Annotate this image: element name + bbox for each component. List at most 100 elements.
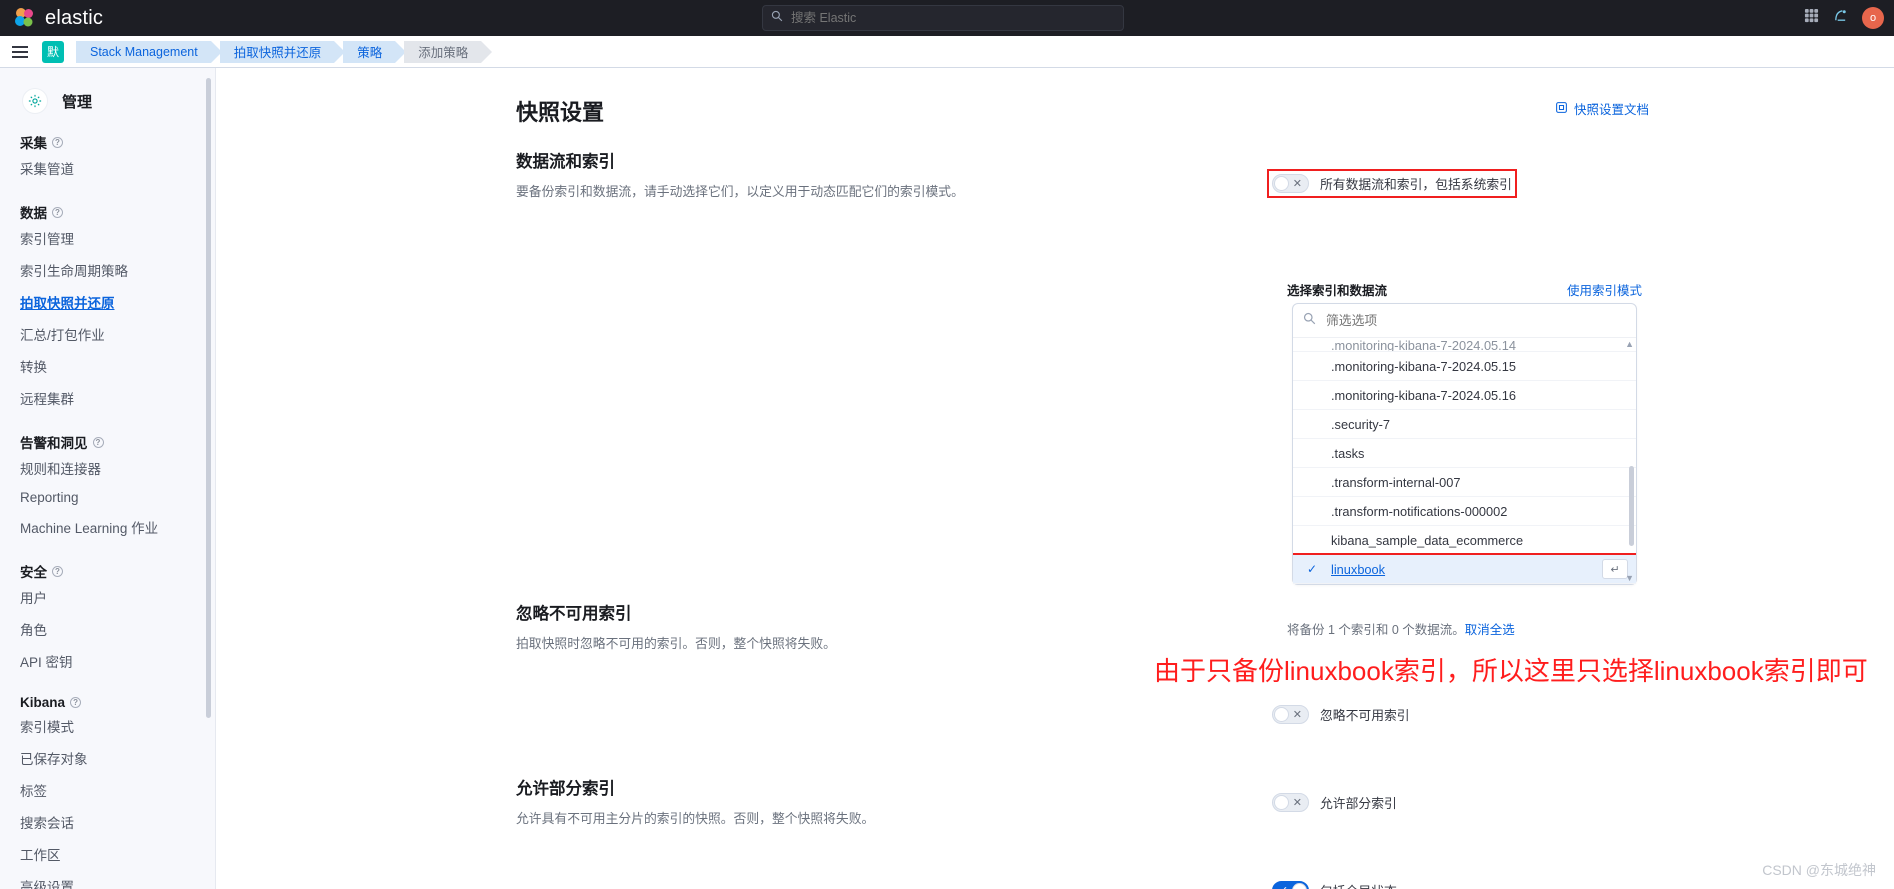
sidebar-group-kibana: Kibana ? 索引模式 已保存对象 标签 搜索会话 工作区 高级设置 bbox=[0, 695, 209, 889]
sidebar-item-ingest-pipelines[interactable]: 采集管道 bbox=[0, 152, 209, 184]
help-icon[interactable]: ? bbox=[52, 136, 63, 148]
index-name: kibana_sample_data_ecommerce bbox=[1331, 532, 1524, 548]
avatar[interactable]: o bbox=[1862, 7, 1884, 29]
deselect-all-link[interactable]: 取消全选 bbox=[1465, 623, 1515, 637]
section-description: 拍取快照时忽略不可用的索引。否则，整个快照将失败。 bbox=[516, 636, 836, 651]
global-header: elastic o bbox=[0, 0, 1894, 36]
index-selector-label: 选择索引和数据流 bbox=[1287, 284, 1388, 298]
section-ignore-unavailable: 忽略不可用索引 拍取快照时忽略不可用的索引。否则，整个快照将失败。 bbox=[516, 600, 1076, 653]
index-filter-search[interactable] bbox=[1293, 304, 1636, 338]
index-filter-input[interactable] bbox=[1324, 312, 1626, 329]
search-input[interactable] bbox=[789, 10, 1115, 26]
space-badge[interactable]: 默 bbox=[42, 40, 64, 63]
sidebar-item-search-sessions[interactable]: 搜索会话 bbox=[0, 806, 209, 838]
sidebar-item-saved-objects[interactable]: 已保存对象 bbox=[0, 742, 209, 774]
sidebar-item-tags[interactable]: 标签 bbox=[0, 774, 209, 806]
sidebar-item-ml-jobs[interactable]: Machine Learning 作业 bbox=[0, 511, 209, 543]
global-search[interactable] bbox=[762, 5, 1124, 31]
kibana-window: elastic o bbox=[0, 0, 1894, 889]
breadcrumb-item-policies[interactable]: 策略 bbox=[343, 40, 407, 63]
sidebar-scrollbar[interactable] bbox=[206, 68, 213, 889]
sidebar-group-data: 数据 ? 索引管理 索引生命周期策略 拍取快照并还原 汇总/打包作业 转换 远程… bbox=[0, 202, 209, 414]
help-icon[interactable]: ? bbox=[52, 565, 63, 577]
sidebar-item-spaces[interactable]: 工作区 bbox=[0, 838, 209, 870]
toggle-switch-on[interactable]: ✓ bbox=[1272, 881, 1309, 889]
toggle-switch-off[interactable]: ✕ bbox=[1272, 705, 1309, 724]
sidebar-item-roles[interactable]: 角色 bbox=[0, 613, 209, 645]
sidebar-item-transforms[interactable]: 转换 bbox=[0, 350, 209, 382]
toggle-label: 所有数据流和索引，包括系统索引 bbox=[1320, 177, 1512, 192]
sidebar-item-api-keys[interactable]: API 密钥 bbox=[0, 645, 209, 677]
breadcrumb-item-stack-management[interactable]: Stack Management bbox=[76, 40, 222, 63]
sidebar-item-advanced-settings[interactable]: 高级设置 bbox=[0, 870, 209, 889]
help-icon[interactable]: ? bbox=[52, 206, 63, 218]
sidebar-item-index-patterns[interactable]: 索引模式 bbox=[0, 710, 209, 742]
list-item[interactable]: .tasks bbox=[1293, 439, 1636, 468]
section-heading: 忽略不可用索引 bbox=[516, 605, 632, 623]
selection-summary-text: 将备份 1 个索引和 0 个数据流。 bbox=[1287, 623, 1465, 637]
toggle-knob bbox=[1292, 883, 1307, 889]
sidebar-group-alerts: 告警和洞见 ? 规则和连接器 Reporting Machine Learnin… bbox=[0, 432, 209, 543]
elastic-brand[interactable]: elastic bbox=[14, 7, 103, 30]
list-item[interactable]: .monitoring-kibana-7-2024.05.14 bbox=[1293, 340, 1636, 352]
sidebar-item-users[interactable]: 用户 bbox=[0, 581, 209, 613]
index-name: .monitoring-kibana-7-2024.05.15 bbox=[1331, 358, 1516, 374]
sidebar-item-index-management[interactable]: 索引管理 bbox=[0, 222, 209, 254]
management-sidebar: 管理 采集 ? 采集管道 数据 ? 索引管理 索引生命周期策略 拍取快照并还原 bbox=[0, 68, 216, 889]
sidebar-title: 管理 bbox=[62, 93, 93, 111]
sidebar-scrollbar-thumb[interactable] bbox=[206, 78, 211, 718]
toggle-ignore-unavailable[interactable]: ✕ 忽略不可用索引 bbox=[1272, 705, 1410, 724]
toggle-all-data-streams-and-indices[interactable]: ✕ 所有数据流和索引，包括系统索引 bbox=[1267, 169, 1517, 198]
sidebar-item-rules-connectors[interactable]: 规则和连接器 bbox=[0, 452, 209, 484]
toggle-switch-off[interactable]: ✕ bbox=[1272, 793, 1309, 812]
section-data-streams-and-indices: 数据流和索引 要备份索引和数据流，请手动选择它们，以定义用于动态匹配它们的索引模… bbox=[516, 148, 1076, 201]
chevron-down-icon[interactable]: ▼ bbox=[1625, 574, 1634, 583]
sidebar-group-title: Kibana ? bbox=[0, 695, 209, 710]
section-heading: 允许部分索引 bbox=[516, 780, 615, 798]
sidebar-item-ilm-policies[interactable]: 索引生命周期策略 bbox=[0, 254, 209, 286]
sidebar-item-rollup-jobs[interactable]: 汇总/打包作业 bbox=[0, 318, 209, 350]
list-scrollbar-thumb[interactable] bbox=[1629, 466, 1634, 546]
snapshot-settings-doc-link[interactable]: 快照设置文档 bbox=[1555, 99, 1649, 118]
sidebar-item-reporting[interactable]: Reporting bbox=[0, 484, 209, 511]
news-bell-icon[interactable] bbox=[1833, 8, 1848, 28]
list-item[interactable]: .monitoring-kibana-7-2024.05.15 bbox=[1293, 352, 1636, 381]
help-icon[interactable]: ? bbox=[92, 436, 104, 448]
toggle-partial-indices[interactable]: ✕ 允许部分索引 bbox=[1272, 793, 1397, 812]
sidebar-group-title: 采集 ? bbox=[0, 132, 209, 152]
index-name: .tasks bbox=[1331, 445, 1365, 461]
sidebar-group-title: 数据 ? bbox=[0, 202, 209, 222]
list-item-linuxbook[interactable]: ✓ linuxbook ↵ bbox=[1293, 553, 1636, 584]
index-name: .monitoring-kibana-7-2024.05.16 bbox=[1331, 387, 1516, 403]
sidebar-item-remote-clusters[interactable]: 远程集群 bbox=[0, 382, 209, 414]
sidebar-group-title: 安全 ? bbox=[0, 561, 209, 581]
index-combo-box[interactable]: ▲ .monitoring-kibana-7-2024.05.14 .monit… bbox=[1292, 303, 1637, 585]
index-option-list[interactable]: ▲ .monitoring-kibana-7-2024.05.14 .monit… bbox=[1293, 338, 1636, 584]
use-index-pattern-link[interactable]: 使用索引模式 bbox=[1567, 280, 1642, 299]
list-item[interactable]: .monitoring-kibana-7-2024.05.16 bbox=[1293, 381, 1636, 410]
section-description: 要备份索引和数据流，请手动选择它们，以定义用于动态匹配它们的索引模式。 bbox=[516, 184, 964, 199]
sidebar-item-snapshot-restore[interactable]: 拍取快照并还原 bbox=[0, 286, 209, 318]
list-item[interactable]: kibana_sample_data_ecommerce bbox=[1293, 526, 1636, 555]
breadcrumb-bar: 默 Stack Management 拍取快照并还原 策略 添加策略 bbox=[0, 36, 1894, 68]
index-name: linuxbook bbox=[1331, 561, 1386, 577]
close-icon: ✕ bbox=[1292, 178, 1302, 190]
main-content: 快照设置 快照设置文档 数据流和索引 要备份索引和数据流，请手动选择它们，以定义… bbox=[217, 68, 1894, 889]
toggle-switch-off[interactable]: ✕ bbox=[1272, 174, 1309, 193]
sidebar-group-title: 告警和洞见 ? bbox=[0, 432, 209, 452]
breadcrumb-item-snapshot-restore[interactable]: 拍取快照并还原 bbox=[219, 40, 345, 63]
index-name: .monitoring-kibana-7-2024.05.14 bbox=[1331, 340, 1516, 352]
close-icon: ✕ bbox=[1292, 709, 1302, 721]
sidebar-group-ingest: 采集 ? 采集管道 bbox=[0, 132, 209, 184]
list-item[interactable]: .transform-internal-007 bbox=[1293, 468, 1636, 497]
help-icon[interactable]: ? bbox=[70, 697, 82, 708]
toggle-label: 忽略不可用索引 bbox=[1320, 708, 1410, 723]
toggle-knob bbox=[1274, 176, 1289, 191]
apps-grid-icon[interactable] bbox=[1804, 8, 1819, 28]
toggle-global-state[interactable]: ✓ 包括全局状态 bbox=[1272, 881, 1397, 889]
selection-summary: 将备份 1 个索引和 0 个数据流。取消全选 bbox=[1287, 619, 1515, 638]
list-item[interactable]: .transform-notifications-000002 bbox=[1293, 497, 1636, 526]
list-item[interactable]: .security-7 bbox=[1293, 410, 1636, 439]
hamburger-menu-icon[interactable] bbox=[12, 45, 28, 58]
breadcrumb: Stack Management 拍取快照并还原 策略 添加策略 bbox=[76, 40, 493, 63]
